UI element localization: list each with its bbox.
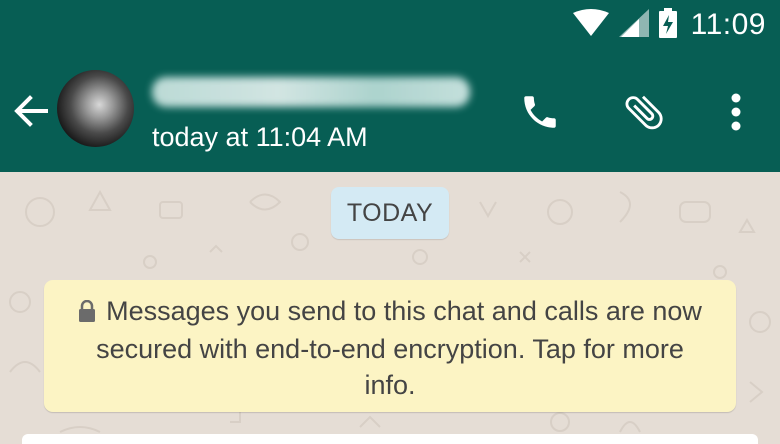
contact-name-redacted[interactable] (152, 77, 470, 107)
back-arrow-icon (14, 95, 48, 127)
status-icons: 11:09 (572, 0, 766, 50)
chat-header: today at 11:04 AM (0, 50, 780, 172)
message-bubble[interactable] (22, 434, 758, 444)
signal-icon (618, 8, 649, 42)
overflow-menu-button[interactable] (712, 88, 760, 136)
battery-charging-icon (658, 7, 677, 43)
wifi-icon (572, 8, 609, 42)
status-bar: 11:09 (0, 0, 780, 50)
phone-icon (524, 96, 556, 128)
voice-call-button[interactable] (516, 88, 564, 136)
overflow-menu-icon (731, 93, 741, 131)
paperclip-icon (625, 95, 663, 130)
encryption-notice[interactable]: Messages you send to this chat and calls… (44, 280, 736, 412)
date-separator: TODAY (331, 187, 449, 239)
lock-icon (78, 295, 96, 331)
status-time: 11:09 (690, 8, 766, 41)
avatar[interactable] (57, 70, 134, 147)
chat-area[interactable]: TODAY Messages you send to this chat and… (0, 172, 780, 444)
encryption-notice-text: Messages you send to this chat and calls… (96, 296, 702, 400)
last-seen-status[interactable]: today at 11:04 AM (152, 122, 368, 153)
back-button[interactable] (10, 90, 52, 132)
attach-button[interactable] (620, 88, 668, 136)
